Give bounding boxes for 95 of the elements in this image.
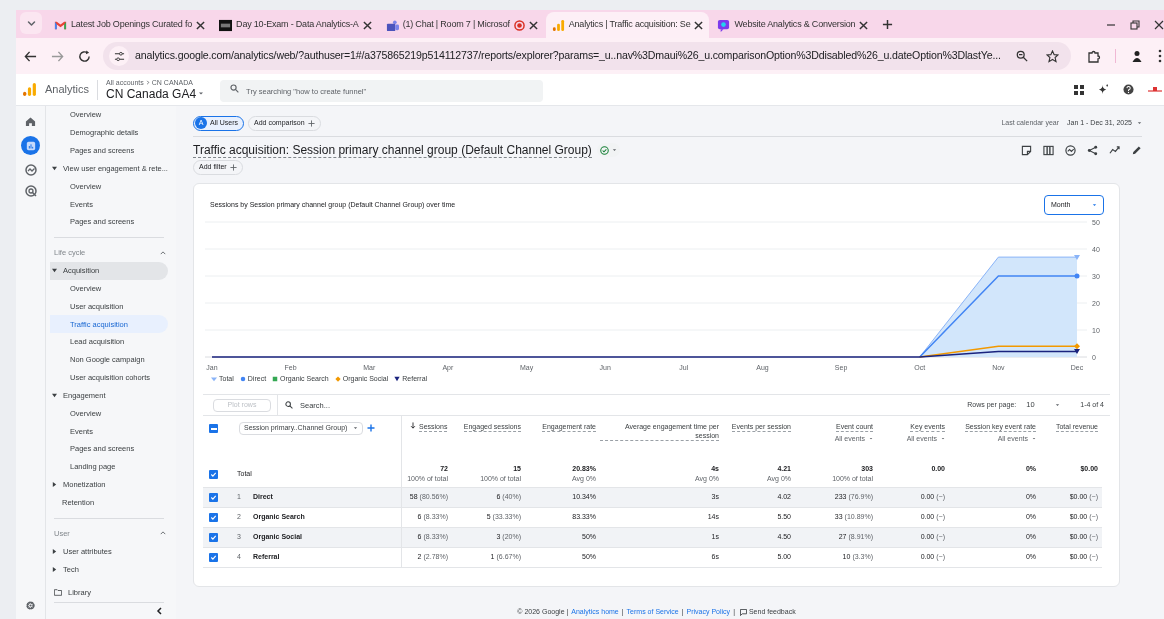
add-dimension-icon[interactable] [367,424,376,432]
check-circle-icon [599,145,609,155]
chevron-down-icon [26,18,36,28]
tab-favicon-icon [385,18,399,32]
help-icon[interactable] [1123,84,1134,95]
tab-favicon-icon [717,18,731,32]
browser-tab[interactable]: (1) Chat | Room 7 | Microsof [379,12,544,38]
chevron-up-icon [160,531,166,536]
caret-icon [611,147,617,153]
tab-title: Day 10-Exam - Data Analytics-A [236,18,359,32]
bar-chart-icon [25,140,36,151]
close-icon[interactable] [528,20,538,30]
property-selector[interactable]: CN Canada GA4 [106,88,205,100]
close-icon[interactable] [859,20,869,30]
tab-title: Analytics | Traffic acquisition: Se [568,18,691,32]
expand-caret-icon [52,165,57,171]
account-icon[interactable] [1148,85,1162,94]
collapsed-caret-icon [52,566,57,572]
checkmark-icon [210,470,217,478]
apps-grid-icon[interactable] [1074,84,1084,95]
checkmark-icon [210,514,217,521]
menu-icon[interactable] [1158,49,1162,63]
row-checkbox[interactable] [209,513,218,522]
feedback-icon [739,608,747,616]
avatar-icon[interactable] [1130,49,1144,63]
advertising-icon[interactable] [24,185,37,197]
caret-icon [353,426,359,431]
address-bar[interactable]: analytics.google.com/analytics/web/?authuser=1#/a375865219p514112737/reports/explorer?params=_u..nav%3Dmaui%26_u.comparisonOption%3Ddisabled%26_u.dateOption%3DlastYe... [103,42,1071,70]
select-all-checkbox[interactable] [209,424,218,433]
site-info-icon[interactable] [113,50,125,62]
new-tab-icon[interactable] [882,19,894,30]
columns-icon[interactable] [1043,144,1054,156]
tab-title: (1) Chat | Room 7 | Microsof [402,18,510,32]
search-icon [285,401,293,409]
sort-down-arrow-icon [410,422,416,429]
reload-icon[interactable] [78,49,91,63]
collapsed-caret-icon [52,482,57,488]
expand-caret-icon [52,393,57,399]
folder-icon [54,589,62,597]
sparkle-icon[interactable] [1098,84,1109,95]
restore-icon[interactable] [1130,20,1140,30]
puzzle-icon[interactable] [1087,49,1101,63]
checkmark-icon [210,534,217,541]
report-title: Traffic acquisition: Session primary channel group (Default Channel Group) [193,142,592,158]
edit-icon[interactable] [1131,144,1142,156]
close-icon[interactable] [196,20,206,30]
collapse-chevron-icon[interactable] [156,606,162,615]
back-icon[interactable] [24,49,37,63]
checkmark-icon [210,554,217,561]
tab-favicon-icon [551,18,565,32]
caret-icon [1092,202,1097,208]
browser-tab[interactable]: Website Analytics & Conversion [711,12,875,38]
star-icon[interactable] [1046,49,1059,63]
product-name: Analytics [45,82,90,98]
home-icon[interactable] [25,116,36,127]
expand-caret-icon [52,268,57,274]
tab-title: Latest Job Openings Curated fo [71,18,193,32]
search-icon [230,83,240,93]
row-checkbox[interactable] [209,553,218,562]
checkmark-icon [210,494,217,501]
settings-icon[interactable] [25,600,36,611]
url-text: analytics.google.com/analytics/web/?authuser=1#/a375865219p514112737/reports/explorer?params=_u..nav%3Dmaui%26_u.comparisonOption%3Ddisabled%26_u.dateOption%3DlastYe... [135,48,1002,64]
analytics-logo-icon [22,82,37,97]
browser-tab[interactable]: Day 10-Exam - Data Analytics-A [213,12,378,38]
plus-icon [229,164,237,171]
zoom-icon[interactable] [1016,50,1028,62]
caret-icon [198,91,205,97]
row-checkbox[interactable] [209,493,218,502]
row-checkbox[interactable] [209,469,218,479]
data-point-marker [1074,273,1080,279]
chevron-up-icon [160,250,166,255]
trend-icon[interactable] [1109,144,1120,156]
caret-icon [1137,120,1142,126]
tab-title: Website Analytics & Conversion [734,18,856,32]
explore-icon[interactable] [24,164,37,176]
close-icon[interactable] [694,20,704,30]
reports-nav-button[interactable] [21,136,40,155]
note-icon[interactable] [1021,144,1032,156]
minus-icon [210,427,217,430]
row-checkbox[interactable] [209,533,218,542]
close-icon[interactable] [1154,20,1164,30]
collapsed-caret-icon [52,548,57,554]
data-point-marker [1074,255,1080,261]
browser-tab[interactable]: Latest Job Openings Curated fo [48,12,212,38]
caret-icon [1055,402,1061,408]
browser-tab[interactable]: Analytics | Traffic acquisition: Se [545,12,710,38]
forward-icon[interactable] [51,49,64,63]
insights-icon[interactable] [1065,144,1076,156]
chevron-right-icon [145,80,150,85]
tab-favicon-icon [219,18,233,32]
tab-list-button[interactable] [20,12,42,34]
close-icon[interactable] [362,20,372,30]
plus-icon [307,119,315,127]
report-status-dropdown[interactable] [596,143,620,157]
share-icon[interactable] [1087,144,1098,156]
